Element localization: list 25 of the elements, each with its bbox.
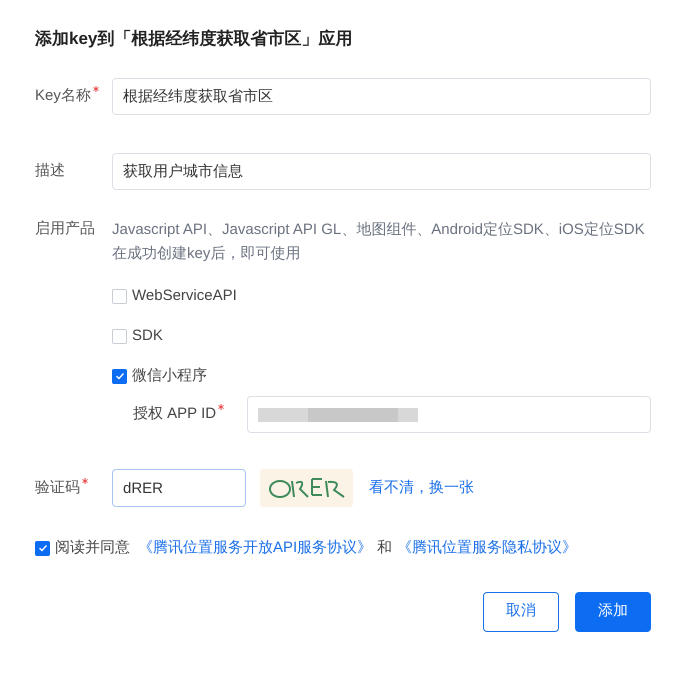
product-note: Javascript API、Javascript API GL、地图组件、Android定位SDK、iOS定位SDK在成功创建key后，即可使用: [112, 220, 646, 264]
checkbox[interactable]: [112, 368, 127, 384]
field-label: 验证码: [35, 478, 80, 498]
field-label: 启用产品: [35, 219, 96, 239]
product-option[interactable]: SDK: [112, 326, 651, 346]
captcha-field[interactable]: dRER: [112, 469, 246, 507]
dialog-title: 添加key到「根据经纬度获取省市区」应用: [35, 28, 354, 50]
agreement-text: 阅读并同意: [55, 538, 130, 558]
check-icon: [114, 371, 124, 381]
product-option[interactable]: 微信小程序: [112, 366, 651, 386]
privacy-agreement-link[interactable]: 《腾讯位置服务隐私协议》: [397, 537, 578, 560]
checkbox[interactable]: [35, 540, 50, 556]
agreement-joiner: 和: [377, 538, 392, 558]
product-option[interactable]: WebServiceAPI: [112, 286, 651, 306]
service-agreement-link[interactable]: 《腾讯位置服务开放API服务协议》: [138, 537, 372, 560]
add-button[interactable]: 添加: [575, 592, 651, 632]
cancel-button[interactable]: 取消: [483, 592, 559, 632]
input-field[interactable]: 根据经纬度获取省市区: [112, 78, 651, 115]
field-label: 授权 APP ID: [133, 404, 216, 424]
refresh-captcha-link[interactable]: 看不清，换一张: [369, 476, 474, 500]
field-label: Key名称: [35, 86, 91, 106]
field-label: 描述: [35, 161, 65, 182]
input-field[interactable]: 获取用户城市信息: [112, 153, 651, 190]
check-icon: [38, 543, 48, 554]
input-field[interactable]: [247, 396, 651, 433]
